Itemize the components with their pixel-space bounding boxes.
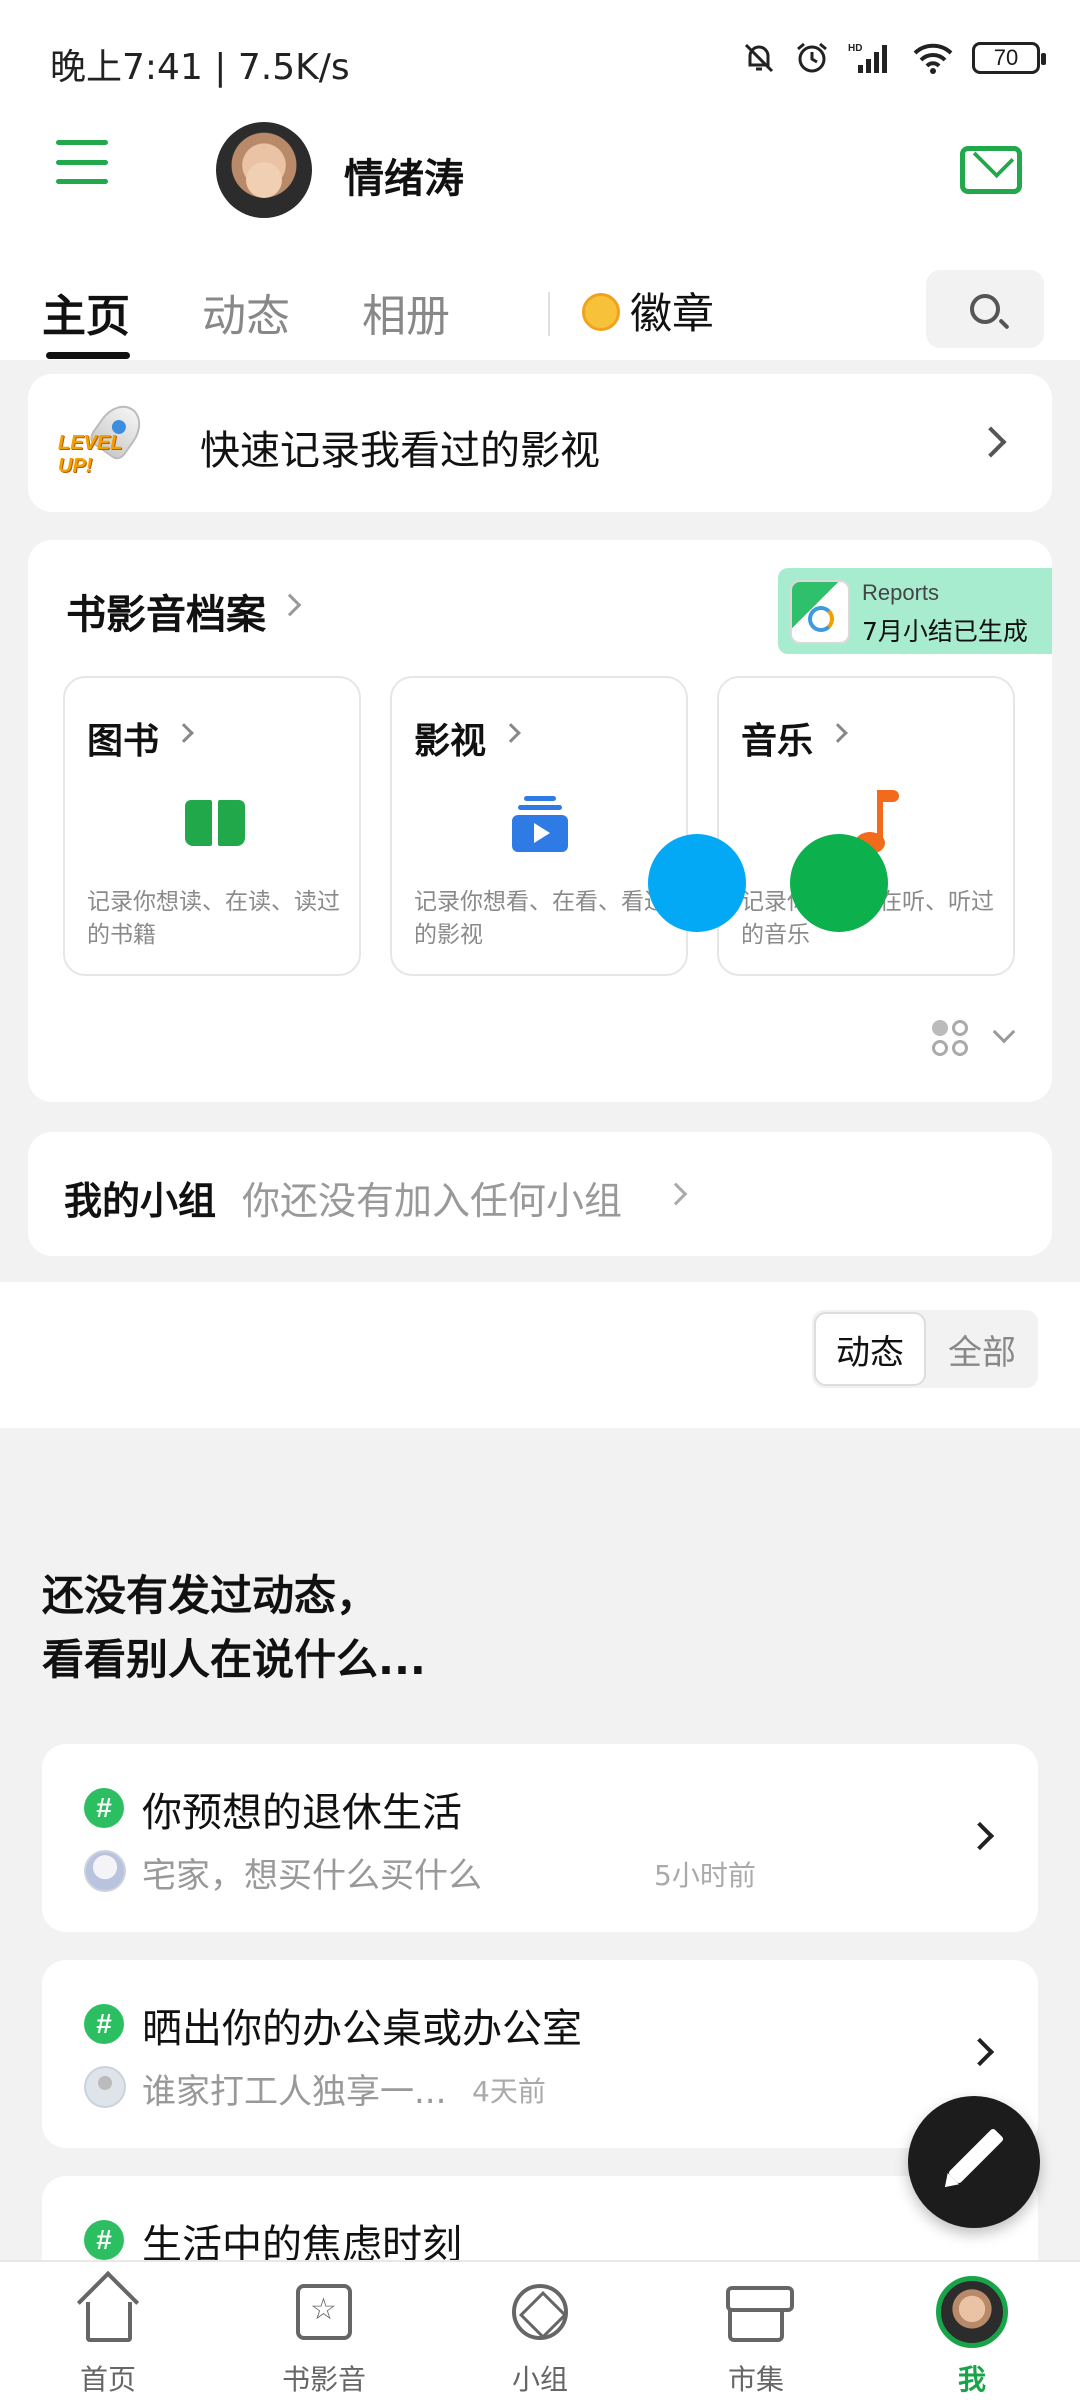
mail-icon[interactable] [960, 146, 1022, 194]
alarm-icon [797, 42, 827, 73]
nav-media[interactable]: 书影音 [216, 2262, 432, 2400]
segmented-control: 动态 全部 [812, 1310, 1038, 1388]
media-title: 音乐 [741, 721, 814, 762]
my-group-card[interactable]: 我的小组 你还没有加入任何小组 [28, 1132, 1052, 1256]
search-icon [970, 294, 1000, 324]
mute-bell-icon [744, 43, 774, 73]
topic-title: 晒出你的办公桌或办公室 [142, 2006, 582, 2052]
chevron-right-icon [965, 1821, 995, 1851]
chevron-right-icon [174, 723, 194, 743]
empty-state-title: 还没有发过动态， 看看别人在说什么... [42, 1564, 426, 1692]
tab-badges[interactable]: 徽章 [580, 280, 714, 341]
film-icon [512, 796, 568, 852]
layout-grid-icon[interactable] [932, 1020, 972, 1060]
chevron-right-icon [965, 2037, 995, 2067]
profile-avatar[interactable] [216, 122, 312, 218]
signal-icon: HD [848, 43, 887, 73]
reports-app-icon [790, 580, 850, 644]
active-tab-indicator [46, 352, 130, 359]
hashtag-icon: # [84, 1788, 124, 1828]
compose-button[interactable] [908, 2096, 1040, 2228]
avatar [84, 2066, 126, 2108]
reports-banner[interactable]: Reports 7月小结已生成 [778, 568, 1052, 654]
chevron-right-icon [278, 593, 302, 617]
home-icon [86, 2302, 132, 2342]
medal-icon [580, 291, 620, 331]
media-title: 影视 [414, 721, 487, 762]
reports-message: 7月小结已生成 [862, 617, 1028, 646]
nav-label: 书影音 [281, 2363, 366, 2396]
topic-time: 4天前 [472, 2075, 546, 2108]
floating-dot-green[interactable] [790, 834, 888, 932]
book-icon [185, 800, 245, 846]
nav-label: 首页 [79, 2363, 136, 2396]
search-button[interactable] [926, 270, 1044, 348]
media-title: 图书 [87, 721, 160, 762]
pen-icon [947, 2127, 1005, 2185]
topic-title: 你预想的退休生活 [142, 1790, 462, 1836]
tab-album[interactable]: 相册 [362, 280, 450, 344]
nav-label: 小组 [511, 2363, 568, 2396]
chevron-right-icon [975, 426, 1007, 458]
quick-record-card[interactable]: LEVEL UP! 快速记录我看过的影视 [28, 374, 1052, 512]
status-icons: HD 70 [742, 40, 1046, 76]
level-up-text: LEVEL UP! [58, 432, 123, 477]
nav-home[interactable]: 首页 [0, 2262, 216, 2400]
group-title: 我的小组 [64, 1179, 217, 1223]
chevron-right-icon [664, 1182, 688, 1206]
archive-card: 书影音档案 Reports 7月小结已生成 图书 记录你想读、在读、读过的书籍 … [28, 540, 1052, 1102]
chevron-down-icon[interactable] [992, 1020, 1016, 1044]
menu-line [56, 179, 108, 184]
battery-icon: 70 [972, 42, 1046, 74]
group-icon [512, 2284, 568, 2340]
market-icon [726, 2286, 794, 2342]
reports-label: Reports [862, 580, 940, 605]
wifi-icon [913, 43, 953, 74]
tab-activity[interactable]: 动态 [202, 280, 290, 344]
floating-dot-blue[interactable] [648, 834, 746, 932]
nav-market[interactable]: 市集 [648, 2262, 864, 2400]
topic-time: 5小时前 [654, 1859, 756, 1892]
hashtag-icon: # [84, 2004, 124, 2044]
avatar [84, 1850, 126, 1892]
profile-avatar-icon [936, 2276, 1008, 2348]
media-icon [296, 2284, 352, 2340]
media-desc: 记录你想读、在读、读过的书籍 [87, 889, 340, 948]
media-desc: 记录你想看、在看、看过的影视 [414, 889, 667, 948]
nav-label: 市集 [727, 2363, 784, 2396]
nav-label: 我 [957, 2363, 986, 2396]
media-box-music[interactable]: 音乐 记录你想听、在听、听过的音乐 [717, 676, 1015, 976]
topic-subtitle: 宅家，想买什么买什么 [142, 1856, 482, 1896]
archive-title[interactable]: 书影音档案 [66, 582, 266, 640]
topic-card[interactable]: # 你预想的退休生活 宅家，想买什么买什么 5小时前 [42, 1744, 1038, 1932]
nav-me[interactable]: 我 [864, 2262, 1080, 2400]
badge-tab-label: 徽章 [630, 289, 715, 338]
quick-record-text: 快速记录我看过的影视 [200, 428, 600, 474]
username[interactable]: 情绪涛 [344, 146, 464, 204]
topic-card[interactable]: # 晒出你的办公桌或办公室 谁家打工人独享一... 4天前 [42, 1960, 1038, 2148]
bottom-nav: 首页 书影音 小组 市集 我 [0, 2260, 1080, 2400]
level-up-badge: LEVEL UP! [58, 397, 162, 478]
media-box-films[interactable]: 影视 记录你想看、在看、看过的影视 [390, 676, 688, 976]
hashtag-icon: # [84, 2220, 124, 2260]
empty-line-2: 看看别人在说什么... [42, 1635, 426, 1684]
nav-group[interactable]: 小组 [432, 2262, 648, 2400]
feed-filter-bar: 动态 全部 [0, 1282, 1080, 1428]
chevron-right-icon [501, 723, 521, 743]
status-time: 晚上7:41 | 7.5K/s [50, 47, 350, 88]
tab-home[interactable]: 主页 [42, 280, 130, 344]
chevron-right-icon [828, 723, 848, 743]
topic-subtitle: 谁家打工人独享一... [142, 2072, 447, 2112]
svg-text:HD: HD [848, 43, 862, 54]
menu-button[interactable] [56, 140, 108, 184]
profile-tabs: 主页 动态 相册 徽章 [0, 270, 1080, 360]
group-subtitle: 你还没有加入任何小组 [242, 1179, 623, 1223]
menu-line [56, 140, 108, 145]
media-box-books[interactable]: 图书 记录你想读、在读、读过的书籍 [63, 676, 361, 976]
menu-line [56, 159, 108, 165]
filter-all[interactable]: 全部 [928, 1312, 1036, 1386]
filter-activity[interactable]: 动态 [814, 1312, 926, 1386]
empty-line-1: 还没有发过动态， [42, 1571, 379, 1620]
tab-divider [548, 292, 550, 336]
